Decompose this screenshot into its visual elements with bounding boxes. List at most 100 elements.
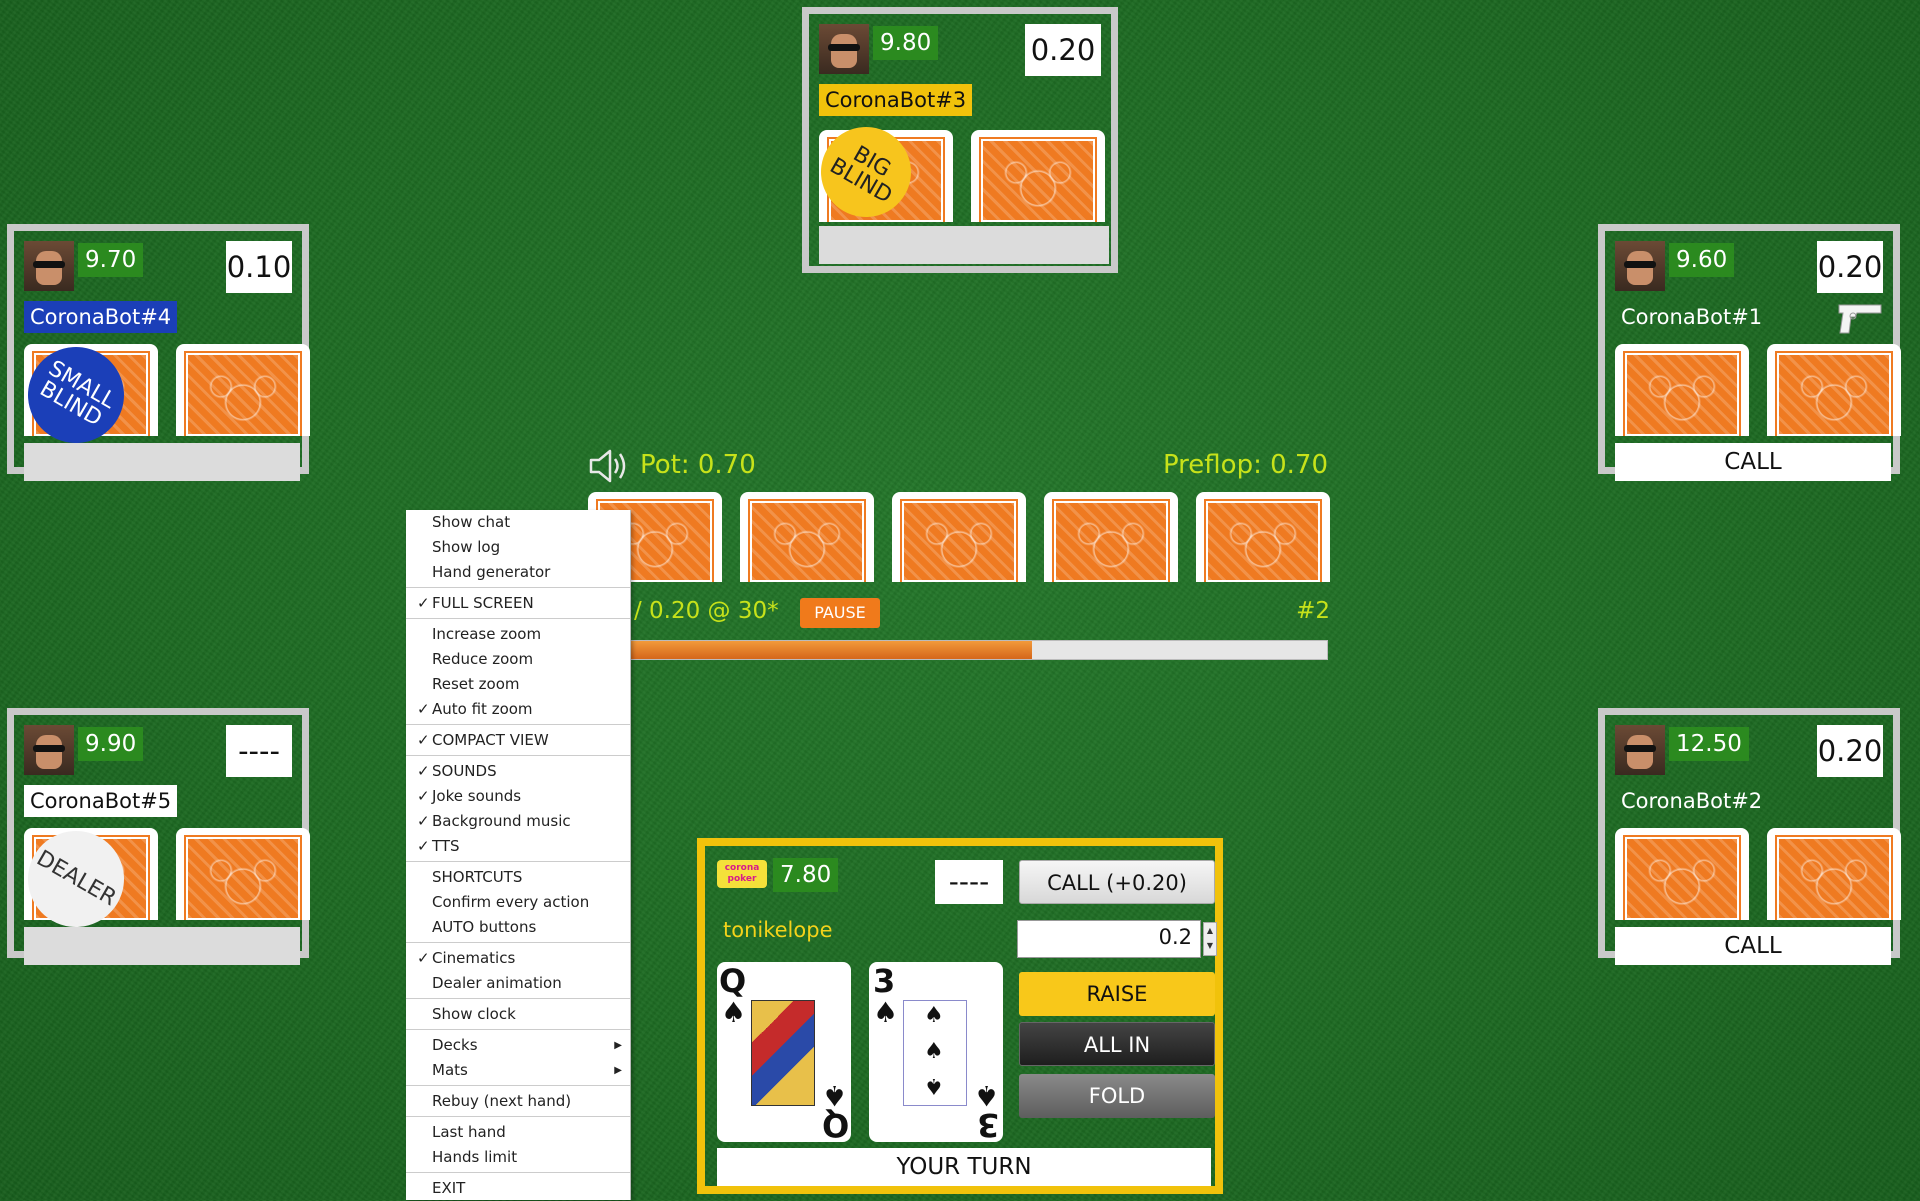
hole-card [1767, 828, 1901, 920]
menu-item-compact-view[interactable]: ✓ COMPACT VIEW [406, 728, 630, 753]
turn-timer-bar [588, 640, 1328, 660]
logo-text: corona poker [717, 860, 767, 888]
hole-card [1767, 344, 1901, 436]
player-avatar [24, 241, 74, 291]
menu-item-shortcuts[interactable]: SHORTCUTS [406, 865, 630, 890]
menu-item-reset-zoom[interactable]: Reset zoom [406, 672, 630, 697]
checkmark-icon: ✓ [417, 949, 430, 967]
menu-item-label: Reset zoom [432, 675, 520, 693]
player-avatar [819, 24, 869, 74]
fold-button[interactable]: FOLD [1019, 1074, 1215, 1118]
menu-item-label: Background music [432, 812, 571, 830]
hero-card-three-spades: 3 ♠ ♠ ♠ ♠ ♠ 3 [869, 962, 1003, 1144]
menu-item-label: Confirm every action [432, 893, 590, 911]
menu-item-hand-generator[interactable]: Hand generator [406, 560, 630, 585]
menu-item-decks[interactable]: Decks ▶ [406, 1033, 630, 1058]
hole-card [176, 344, 310, 436]
menu-item-label: AUTO buttons [432, 918, 537, 936]
seat-right-lower: 12.50 0.20 CoronaBot#2 CALL [1598, 708, 1901, 965]
menu-item-label: Decks [432, 1036, 478, 1054]
hand-number: #2 [1296, 598, 1330, 624]
menu-item-exit[interactable]: EXIT [406, 1176, 630, 1201]
menu-item-label: Rebuy (next hand) [432, 1092, 572, 1110]
pip: ♠ [924, 1073, 944, 1098]
menu-item-label: Show chat [432, 513, 511, 531]
player-stack: 9.80 [873, 26, 939, 60]
menu-item-auto-fit-zoom[interactable]: ✓ Auto fit zoom [406, 697, 630, 722]
menu-item-show-clock[interactable]: Show clock [406, 1002, 630, 1027]
menu-item-show-log[interactable]: Show log [406, 535, 630, 560]
hole-card [176, 828, 310, 920]
context-menu: Show chat Show log Hand generator ✓ FULL SCR… [406, 510, 631, 1200]
pause-button[interactable]: PAUSE [800, 598, 880, 628]
player-name: CoronaBot#3 [819, 84, 973, 116]
player-status [24, 927, 300, 965]
menu-item-hands-limit[interactable]: Hands limit [406, 1145, 630, 1170]
menu-separator [406, 755, 630, 756]
checkmark-icon: ✓ [417, 787, 430, 805]
checkmark-icon: ✓ [417, 731, 430, 749]
all-in-button[interactable]: ALL IN [1019, 1022, 1215, 1066]
menu-separator [406, 942, 630, 943]
menu-item-reduce-zoom[interactable]: Reduce zoom [406, 647, 630, 672]
menu-item-label: Show clock [432, 1005, 516, 1023]
queen-figure [751, 1000, 815, 1106]
call-button[interactable]: CALL (+0.20) [1019, 860, 1215, 904]
player-bet: 0.20 [1817, 241, 1883, 293]
menu-item-label: FULL SCREEN [432, 594, 534, 612]
menu-item-label: Cinematics [432, 949, 516, 967]
menu-item-increase-zoom[interactable]: Increase zoom [406, 622, 630, 647]
player-bet: 0.10 [226, 241, 292, 293]
menu-item-label: Auto fit zoom [432, 700, 533, 718]
pip-frame: ♠ ♠ ♠ [903, 1000, 967, 1106]
card-rank: 3 [873, 962, 896, 1000]
player-name: CoronaBot#4 [24, 301, 178, 333]
menu-separator [406, 1116, 630, 1117]
menu-item-confirm-every-action[interactable]: Confirm every action [406, 890, 630, 915]
raise-stepper[interactable]: ▲ ▼ [1203, 922, 1217, 956]
hero-bet: ---- [935, 860, 1003, 904]
menu-item-rebuy-next-hand[interactable]: Rebuy (next hand) [406, 1089, 630, 1114]
menu-item-tts[interactable]: ✓ TTS [406, 834, 630, 859]
menu-item-auto-buttons[interactable]: AUTO buttons [406, 915, 630, 940]
raise-amount-field[interactable]: 0.2 [1017, 920, 1201, 958]
menu-item-mats[interactable]: Mats ▶ [406, 1058, 630, 1083]
pot-row: Pot: 0.70 Preflop: 0.70 [588, 446, 1328, 486]
menu-item-label: EXIT [432, 1179, 466, 1197]
menu-item-full-screen[interactable]: ✓ FULL SCREEN [406, 591, 630, 616]
menu-item-joke-sounds[interactable]: ✓ Joke sounds [406, 784, 630, 809]
pip: ♠ [924, 1003, 944, 1028]
menu-separator [406, 724, 630, 725]
menu-item-sounds[interactable]: ✓ SOUNDS [406, 759, 630, 784]
menu-item-dealer-animation[interactable]: Dealer animation [406, 971, 630, 996]
submenu-arrow-icon: ▶ [614, 1040, 622, 1051]
menu-item-label: COMPACT VIEW [432, 731, 549, 749]
menu-item-label: Hand generator [432, 563, 551, 581]
player-avatar [1615, 241, 1665, 291]
menu-item-cinematics[interactable]: ✓ Cinematics [406, 946, 630, 971]
pot-label: Pot: 0.70 [640, 450, 756, 480]
player-stack: 9.70 [78, 243, 144, 277]
community-card [1044, 492, 1178, 582]
menu-item-label: Hands limit [432, 1148, 518, 1166]
player-avatar [1615, 725, 1665, 775]
seat-left-upper: 9.70 0.10 CoronaBot#4 SMALL BLIND [7, 224, 310, 481]
seat-top: 9.80 0.20 CoronaBot#3 BIG BLIND [802, 7, 1118, 273]
player-name: CoronaBot#5 [24, 785, 178, 817]
player-avatar [24, 725, 74, 775]
speaker-icon[interactable] [588, 446, 630, 486]
player-stack: 12.50 [1669, 727, 1749, 761]
menu-item-background-music[interactable]: ✓ Background music [406, 809, 630, 834]
menu-item-last-hand[interactable]: Last hand [406, 1120, 630, 1145]
menu-item-label: SHORTCUTS [432, 868, 523, 886]
pip: ♠ [924, 1039, 944, 1064]
player-stack: 9.90 [78, 727, 144, 761]
casino-logo: corona poker [717, 860, 767, 894]
menu-item-show-chat[interactable]: Show chat [406, 510, 630, 535]
player-bet: ---- [226, 725, 292, 777]
turn-timer-fill [589, 641, 1032, 659]
raise-button[interactable]: RAISE [1019, 972, 1215, 1016]
community-card [740, 492, 874, 582]
menu-separator [406, 861, 630, 862]
menu-separator [406, 587, 630, 588]
